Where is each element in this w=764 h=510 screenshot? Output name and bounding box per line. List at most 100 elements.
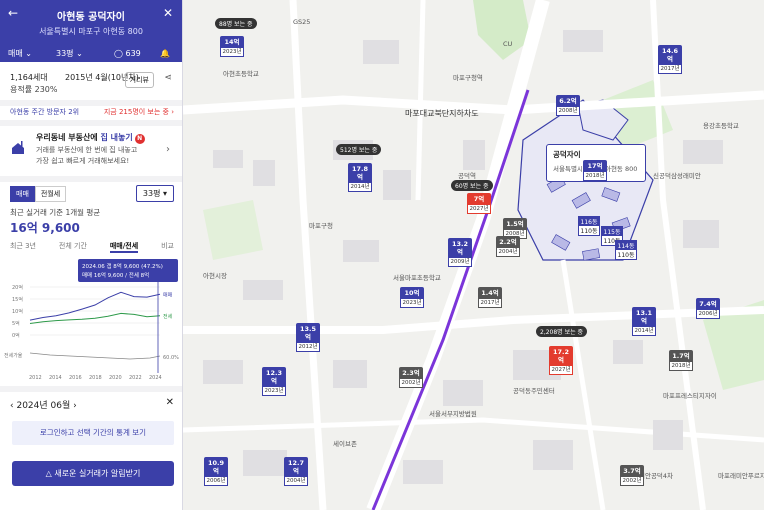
tab-compare[interactable]: 비교 xyxy=(161,241,174,253)
price-pin[interactable]: 10.9억 2006년 xyxy=(204,457,228,486)
price-pin[interactable]: 2.2억 2004년 xyxy=(496,236,520,257)
map-label: 마포구청역 xyxy=(453,74,483,82)
price-pin[interactable]: 12.3억 2023년 xyxy=(262,367,286,396)
area-type-select[interactable]: 33평 ⌄ xyxy=(56,48,114,59)
building-tag[interactable]: 116동 110동 xyxy=(578,216,600,236)
price-pin[interactable]: 10억 2023년 xyxy=(400,287,424,308)
price-pin[interactable]: 6.2억 2008년 xyxy=(556,95,580,116)
pin-price: 10억 xyxy=(404,289,420,297)
comment-icon: ◯ xyxy=(114,48,123,58)
ratio-axis-label: 전세가율 xyxy=(4,352,23,359)
ratio-line xyxy=(29,352,161,360)
chevron-down-icon: ⌄ xyxy=(76,48,83,58)
price-pin[interactable]: 7억 2027년 xyxy=(467,193,491,214)
price-chart[interactable]: 20억 15억 10억 5억 0억 2012 2014 2016 2018 2020 2022 202… xyxy=(0,255,183,385)
area-label: 33평 xyxy=(56,48,74,58)
pin-price: 2.3억 xyxy=(402,369,420,377)
viewers-bubble: 60명 보는 중 xyxy=(451,180,493,191)
series-label: 전세 xyxy=(163,313,173,320)
street-view-button[interactable]: 거리뷰 xyxy=(124,72,154,88)
ratio-value: 60.0% xyxy=(163,355,179,361)
price-pin[interactable]: 7.4억 2006년 xyxy=(696,298,720,319)
pin-year: 2023년 xyxy=(400,299,424,308)
next-month-icon[interactable]: › xyxy=(73,401,77,411)
viewers-bubble: 512명 보는 중 xyxy=(336,144,382,155)
price-pin[interactable]: 17.2억 2027년 xyxy=(549,346,573,375)
building-dong: 116동 xyxy=(579,217,599,226)
divider xyxy=(0,176,182,182)
floor-area-ratio: 용적률 230% xyxy=(10,85,58,94)
map-label: 서울마포초등학교 xyxy=(393,274,441,282)
pin-price: 1.5억 xyxy=(506,220,524,228)
building-dong: 114동 xyxy=(616,241,636,250)
close-icon[interactable]: ✕ xyxy=(166,397,174,408)
visitor-rank: 아현동 주간 방문자 2위 지금 215명이 보는 중 › xyxy=(10,107,174,117)
tab-recent-3y[interactable]: 최근 3년 xyxy=(10,241,36,253)
price-pin[interactable]: 1.4억 2017년 xyxy=(478,287,502,308)
map-label: 마포프레스티지자이 xyxy=(663,392,717,400)
building-dong: 115동 xyxy=(602,227,622,236)
y-tick-label: 10억 xyxy=(12,308,23,315)
viewers-link[interactable]: 지금 215명이 보는 중 › xyxy=(104,107,174,117)
chart-lines: 매매전세 60.0% xyxy=(29,291,179,361)
pin-year: 2023년 xyxy=(220,48,244,57)
pin-year: 2012년 xyxy=(296,343,320,352)
close-icon[interactable]: ✕ xyxy=(163,6,173,20)
price-pin[interactable]: 12.7억 2004년 xyxy=(284,457,308,486)
building-tag[interactable]: 114동 110동 xyxy=(615,240,637,260)
price-pin[interactable]: 17억 2018년 xyxy=(583,160,607,181)
price-pin[interactable]: 13.2억 2009년 xyxy=(448,238,472,267)
share-icon[interactable]: ⋖ xyxy=(164,73,172,83)
bell-icon[interactable]: 🔔 xyxy=(160,49,170,58)
house-flag-icon xyxy=(12,141,24,154)
pin-price: 6.2억 xyxy=(559,97,577,105)
price-pin[interactable]: 1.7억 2018년 xyxy=(669,350,693,371)
pin-price: 3.7억 xyxy=(623,467,641,475)
price-pin[interactable]: 14억 2023년 xyxy=(220,36,244,57)
pin-year: 2014년 xyxy=(632,327,656,336)
map-label: CU xyxy=(503,40,513,48)
x-tick-label: 2016 xyxy=(69,375,82,381)
detail-panel: ← 아현동 공덕자이 ✕ 서울특별시 마포구 아현동 800 매매 ⌄ 33평 … xyxy=(0,0,183,510)
apartment-address: 서울특별시 마포구 아현동 800 xyxy=(39,27,143,36)
price-pin[interactable]: 2.3억 2002년 xyxy=(399,367,423,388)
map-label: 마포래미안푸르지오 xyxy=(718,472,764,480)
list-property-promo[interactable]: 우리동네 부동산에 집 내놓기 N 거래를 부동산에 한 번에 집 내놓고 가장 … xyxy=(10,130,174,176)
chevron-down-icon: ⌄ xyxy=(25,48,32,58)
price-alert-button[interactable]: △ 새로운 실거래가 알림받기 xyxy=(12,461,174,486)
price-pin[interactable]: 13.1억 2014년 xyxy=(632,307,656,336)
header-tabs: 매매 ⌄ 33평 ⌄ ◯ 639 🔔 xyxy=(0,44,182,62)
rank-text: 아현동 주간 방문자 2위 xyxy=(10,108,80,116)
price-pin[interactable]: 14.6억 2017년 xyxy=(658,45,682,74)
tab-sale[interactable]: 매매 xyxy=(10,186,35,202)
price-pin[interactable]: 13.5억 2012년 xyxy=(296,323,320,352)
trade-type-select[interactable]: 매매 ⌄ xyxy=(8,48,56,59)
area-dropdown[interactable]: 33평 ▾ xyxy=(135,185,174,202)
map-label: GS25 xyxy=(293,18,311,26)
map-canvas[interactable]: 아현초등학교 마포대교북단지하차도 공덕역 마포구청 CU GS25 서울마포초… xyxy=(183,0,764,510)
pin-price: 7.4억 xyxy=(699,300,717,308)
login-stats-button[interactable]: 로그인하고 선택 기간의 통계 보기 xyxy=(12,421,174,445)
promo-title-accent: 집 내놓기 xyxy=(100,133,133,142)
y-tick-label: 15억 xyxy=(12,296,23,303)
pin-price: 14.6억 xyxy=(661,47,679,63)
pin-year: 2006년 xyxy=(204,477,228,486)
pin-price: 1.4억 xyxy=(481,289,499,297)
x-tick-label: 2012 xyxy=(29,375,42,381)
promo-line1: 거래를 부동산에 한 번에 집 내놓고 xyxy=(36,146,138,154)
tab-sale-rent[interactable]: 매매/전세 xyxy=(109,241,139,253)
comments-button[interactable]: ◯ 639 xyxy=(114,49,160,58)
map-label: 용강초등학교 xyxy=(703,122,739,130)
price-pin[interactable]: 17.8억 2014년 xyxy=(348,163,372,192)
price-pin[interactable]: 3.7억 2002년 xyxy=(620,465,644,486)
viewers-bubble: 2,208명 보는 중 xyxy=(536,326,588,337)
divider xyxy=(0,120,182,126)
tab-rent[interactable]: 전월세 xyxy=(34,186,67,202)
tab-all-period[interactable]: 전체 기간 xyxy=(59,241,87,253)
prev-month-icon[interactable]: ‹ xyxy=(10,401,14,411)
map-label: 신공덕삼성래미안 xyxy=(653,172,701,180)
period-tabs: 최근 3년 전체 기간 매매/전세 비교 xyxy=(10,241,174,253)
pin-year: 2006년 xyxy=(696,310,720,319)
promo-line2: 가장 쉽고 빠르게 거래해보세요! xyxy=(36,157,130,165)
y-tick-label: 20억 xyxy=(12,284,23,291)
